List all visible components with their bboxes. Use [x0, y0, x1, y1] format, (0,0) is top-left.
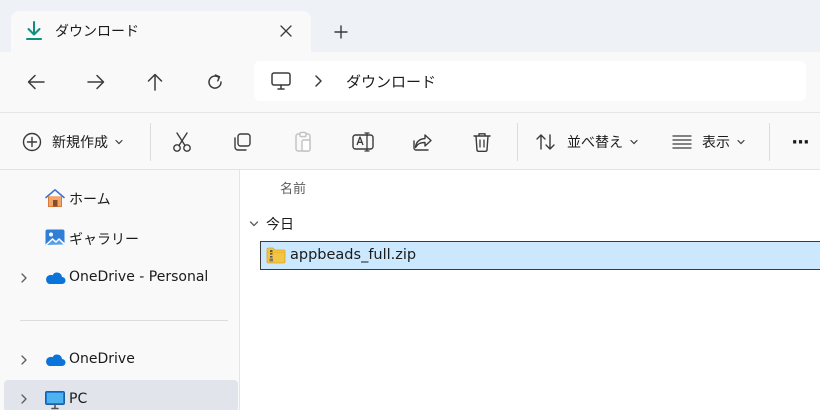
cloud-icon [46, 354, 66, 366]
sidebar-item-label: ギャラリー [69, 232, 139, 248]
sort-button[interactable]: 並べ替え [535, 125, 639, 159]
tab-title: ダウンロード [55, 24, 139, 40]
chevron-down-icon [115, 139, 123, 145]
cut-button[interactable] [165, 125, 199, 159]
paste-button[interactable] [286, 125, 320, 159]
download-icon [26, 21, 42, 40]
back-button[interactable] [20, 66, 52, 98]
sidebar-item-onedrive-personal[interactable]: OneDrive - Personal [4, 261, 238, 295]
column-header-name[interactable]: 名前 [280, 178, 306, 197]
file-list: 名前 今日 appbeads_full.zip [240, 170, 820, 410]
arrow-up-icon [147, 73, 163, 91]
cloud-icon [46, 272, 66, 284]
clipboard-icon [295, 131, 311, 152]
forward-button[interactable] [80, 66, 112, 98]
rename-button[interactable] [346, 125, 380, 159]
file-row-appbeads-zip[interactable]: appbeads_full.zip [260, 241, 820, 270]
list-view-icon [672, 135, 692, 149]
new-button-label: 新規作成 [52, 135, 108, 151]
toolbar-divider [517, 123, 518, 161]
navigation-bar: ダウンロード [0, 52, 820, 112]
monitor-icon [271, 72, 291, 90]
gallery-icon [45, 229, 65, 247]
sidebar-item-label: OneDrive - Personal [69, 269, 209, 285]
more-options-button[interactable]: ··· [783, 125, 817, 159]
copy-icon [234, 133, 251, 151]
chevron-down-icon [737, 139, 745, 145]
scissors-icon [173, 132, 191, 152]
group-header-today[interactable]: 今日 [248, 214, 294, 234]
share-button[interactable] [406, 125, 440, 159]
home-icon [45, 189, 65, 207]
sidebar-item-label: PC [69, 391, 88, 407]
refresh-button[interactable] [199, 66, 231, 98]
chevron-right-icon [21, 273, 27, 283]
chevron-down-icon [630, 139, 638, 145]
view-button[interactable]: 表示 [672, 125, 746, 159]
refresh-icon [208, 74, 222, 89]
sidebar-item-label: OneDrive [69, 351, 135, 367]
sort-icon [536, 134, 555, 150]
toolbar-divider [150, 123, 151, 161]
sidebar-item-pc[interactable]: PC [4, 380, 238, 410]
chevron-right-icon [315, 75, 322, 87]
more-options-icon: ··· [791, 131, 809, 153]
command-bar: 新規作成 並べ替え 表示 ··· [0, 112, 820, 170]
file-name: appbeads_full.zip [290, 247, 417, 263]
chevron-right-icon [21, 355, 27, 365]
sidebar-item-home[interactable]: ホーム [4, 181, 238, 215]
tab-strip: ダウンロード [0, 0, 820, 52]
view-button-label: 表示 [702, 135, 730, 151]
sort-button-label: 並べ替え [567, 135, 623, 151]
chevron-right-icon [21, 394, 27, 404]
new-tab-button[interactable] [328, 19, 354, 45]
share-icon [413, 134, 432, 151]
chevron-down-icon [249, 221, 259, 227]
copy-button[interactable] [225, 125, 259, 159]
up-button[interactable] [139, 66, 171, 98]
arrow-right-icon [87, 74, 105, 90]
group-label: 今日 [266, 217, 294, 233]
close-icon [280, 25, 292, 37]
tab-downloads[interactable]: ダウンロード [11, 11, 311, 52]
toolbar-divider [769, 123, 770, 161]
new-button[interactable]: 新規作成 [22, 125, 124, 159]
sidebar-item-gallery[interactable]: ギャラリー [4, 221, 238, 255]
rename-icon [352, 132, 374, 152]
plus-icon [334, 25, 348, 39]
address-bar[interactable]: ダウンロード [254, 61, 806, 101]
sidebar-item-label: ホーム [69, 192, 111, 208]
arrow-left-icon [27, 74, 45, 90]
plus-circle-icon [22, 132, 42, 152]
sidebar-item-onedrive[interactable]: OneDrive [4, 343, 238, 377]
zip-folder-icon [266, 247, 286, 264]
close-tab-button[interactable] [275, 20, 297, 42]
breadcrumb-downloads[interactable]: ダウンロード [346, 71, 436, 92]
trash-icon [473, 133, 491, 152]
delete-button[interactable] [465, 125, 499, 159]
navigation-pane: ホーム ギャラリー OneDrive - Personal OneDrive P… [0, 170, 240, 410]
computer-icon [45, 391, 65, 410]
sidebar-divider [20, 320, 228, 321]
